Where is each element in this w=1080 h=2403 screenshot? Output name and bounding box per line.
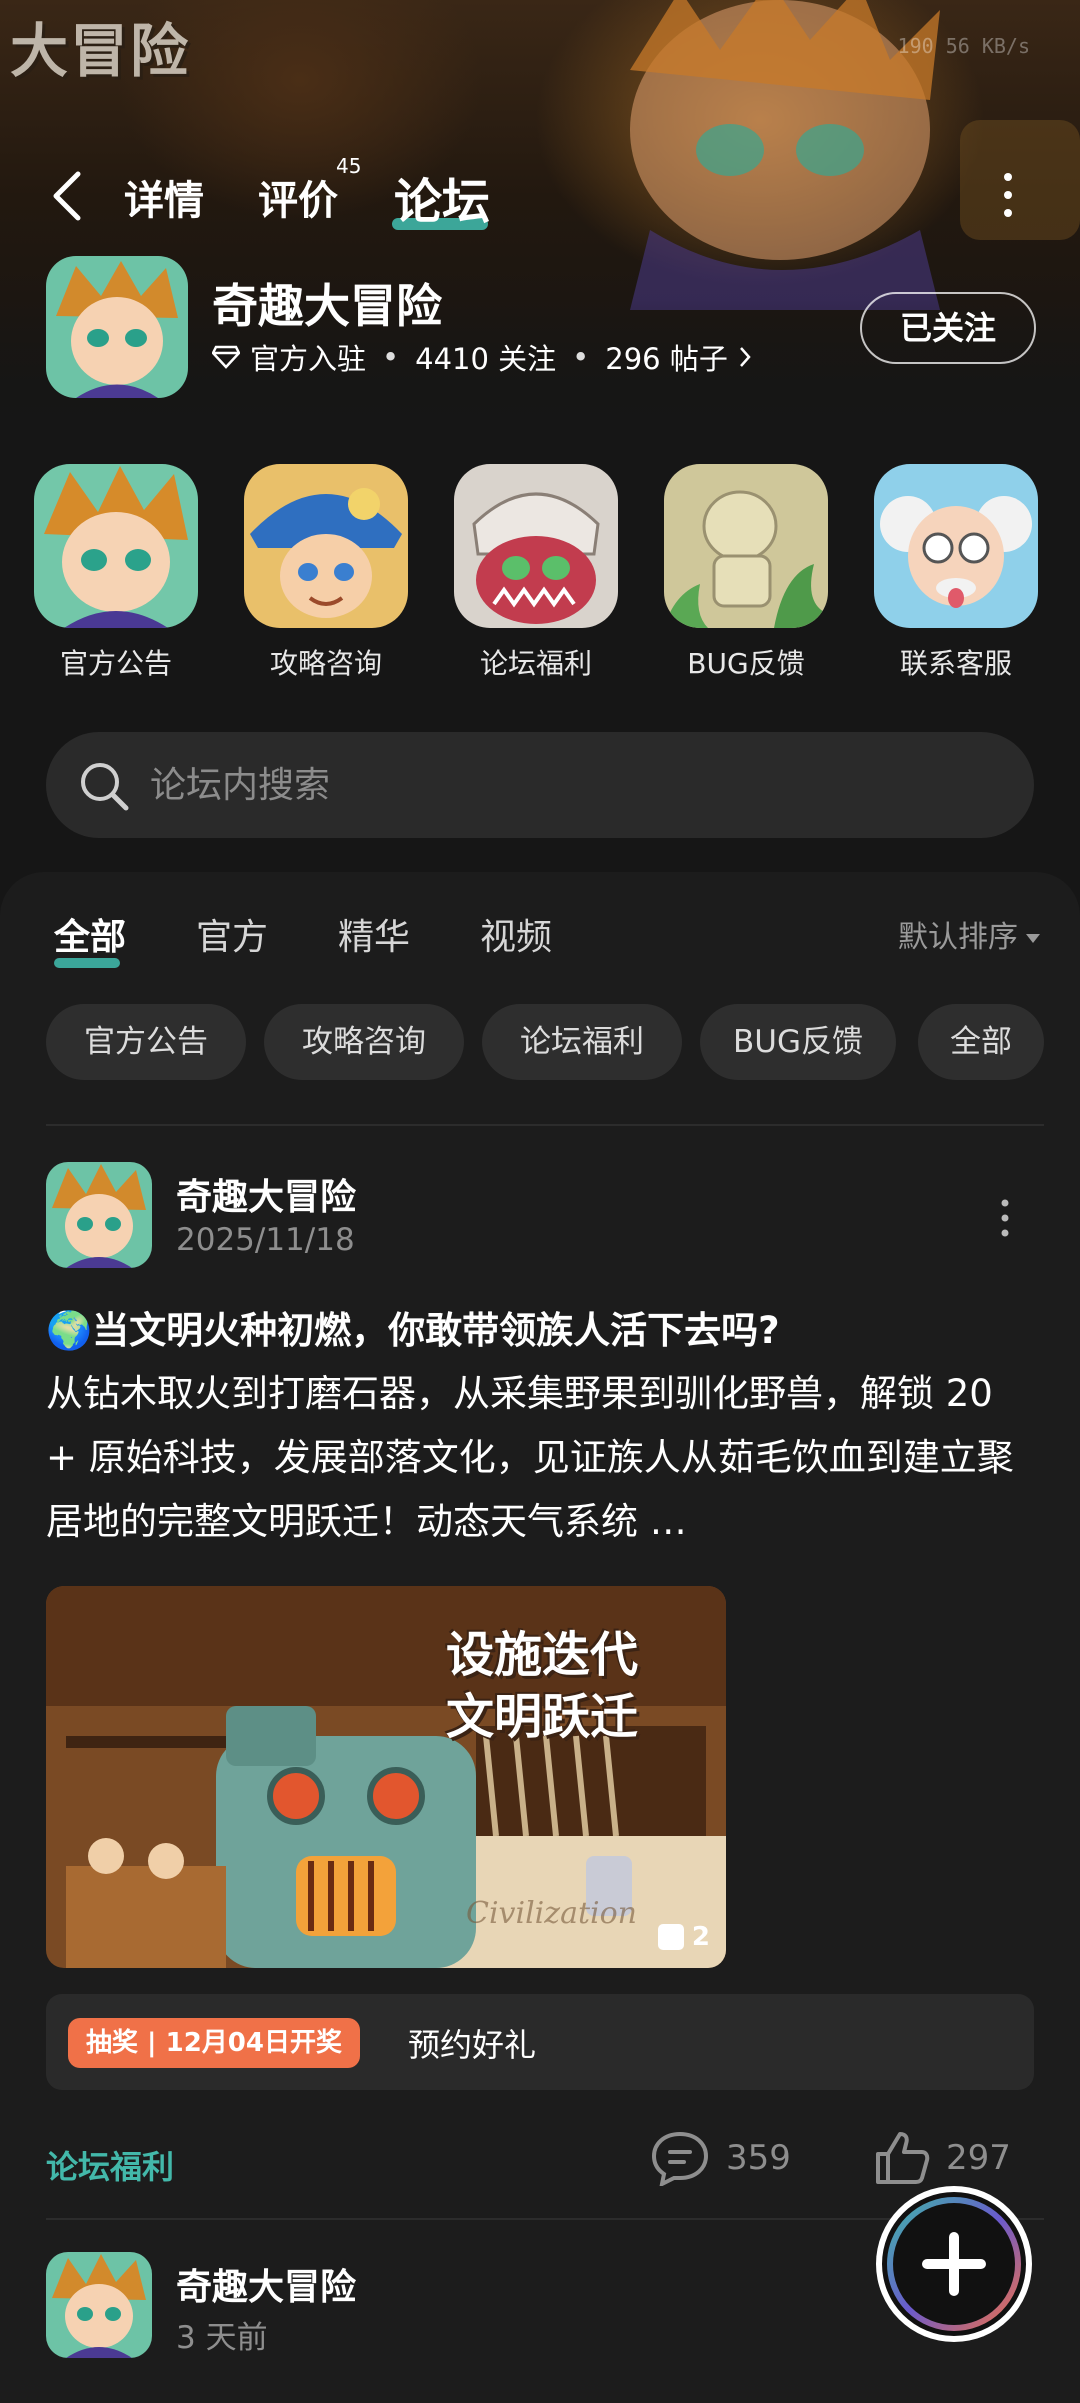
quick-link-label: 攻略咨询 xyxy=(269,647,382,680)
quick-link-label: 官方公告 xyxy=(59,647,172,680)
chip-all[interactable]: 全部 xyxy=(918,1004,1044,1080)
status-bar-indicators: 190 56 KB/s xyxy=(897,34,1030,58)
feed-tab-featured[interactable]: 精华 xyxy=(338,908,410,960)
caret-down-icon xyxy=(1026,934,1040,943)
separator-dot: • xyxy=(572,340,590,374)
likes-count: 297 xyxy=(946,2138,1011,2178)
forum-search-bar[interactable] xyxy=(46,732,1034,838)
follow-button[interactable]: 已关注 xyxy=(860,292,1036,364)
post-date: 2025/11/18 xyxy=(176,1222,355,1258)
comments-button[interactable]: 359 xyxy=(650,2130,791,2186)
search-input[interactable] xyxy=(150,732,1000,838)
hero-boy-icon xyxy=(46,256,188,398)
quick-link-guides[interactable]: 攻略咨询 xyxy=(226,464,426,682)
post-author[interactable]: 奇趣大冒险 xyxy=(176,1168,356,1220)
author-avatar[interactable] xyxy=(46,1162,152,1268)
posts-count[interactable]: 296 帖子 xyxy=(605,336,728,378)
comment-icon xyxy=(651,2131,709,2186)
top-nav: 详情 评价 45 论坛 xyxy=(0,150,1080,240)
chip-bug-report[interactable]: BUG反馈 xyxy=(700,1004,896,1080)
feed-tab-indicator xyxy=(54,958,120,968)
feed-tab-official[interactable]: 官方 xyxy=(196,908,268,960)
thumbs-up-icon xyxy=(876,2132,930,2184)
tab-details[interactable]: 详情 xyxy=(124,168,204,226)
back-arrow-icon[interactable] xyxy=(48,168,88,224)
chip-guides[interactable]: 攻略咨询 xyxy=(264,1004,464,1080)
more-options-icon[interactable] xyxy=(996,170,1020,220)
chip-benefits[interactable]: 论坛福利 xyxy=(482,1004,682,1080)
chip-announcements[interactable]: 官方公告 xyxy=(46,1004,246,1080)
feed-tab-label: 全部 xyxy=(54,917,127,958)
separator-dot: • xyxy=(382,340,400,374)
quick-link-announcements[interactable]: 官方公告 xyxy=(16,464,216,682)
game-title: 奇趣大冒险 xyxy=(212,279,442,333)
feed-tab-videos[interactable]: 视频 xyxy=(480,908,552,960)
post-image[interactable]: 设施迭代 文明跃迁 Civilization 2 xyxy=(46,1586,726,1968)
post-category[interactable]: 论坛福利 xyxy=(46,2142,174,2188)
post-body[interactable]: 从钻木取火到打磨石器，从采集野果到驯化野兽，解锁 20 + 原始科技，发展部落文… xyxy=(46,1362,1022,1554)
like-button[interactable]: 297 xyxy=(874,2130,1011,2186)
lottery-banner[interactable]: 抽奖 | 12月04日开奖 预约好礼 xyxy=(46,1994,1034,2090)
quick-link-bug-report[interactable]: BUG反馈 xyxy=(646,464,846,682)
image-caption-line: 设施迭代 xyxy=(446,1627,639,1683)
game-header: 奇趣大冒险 官方入驻 • 4410 关注 • 296 帖子 已关注 xyxy=(46,256,1046,398)
feed-tab-all[interactable]: 全部 xyxy=(54,908,127,968)
lottery-badge: 抽奖 | 12月04日开奖 xyxy=(68,2018,360,2068)
lottery-text: 预约好礼 xyxy=(408,2026,537,2064)
quick-link-label: 联系客服 xyxy=(899,647,1012,680)
post-date: 3 天前 xyxy=(176,2320,268,2356)
game-avatar[interactable] xyxy=(46,256,188,398)
divider xyxy=(46,1124,1044,1126)
gallery-icon xyxy=(657,1924,684,1950)
comments-count: 359 xyxy=(726,2138,791,2178)
hero-boy-icon xyxy=(46,1162,152,1268)
quick-link-support[interactable]: 联系客服 xyxy=(856,464,1056,682)
post-author[interactable]: 奇趣大冒险 xyxy=(176,2258,356,2310)
hero-boy-icon xyxy=(34,464,198,628)
image-watermark: Civilization xyxy=(466,1896,638,1931)
captain-icon xyxy=(244,464,408,628)
plus-icon xyxy=(949,2232,959,2296)
new-post-button[interactable] xyxy=(876,2186,1032,2342)
statue-icon xyxy=(664,464,828,628)
quick-link-benefits[interactable]: 论坛福利 xyxy=(436,464,636,682)
search-icon xyxy=(81,763,129,811)
reviews-count-badge: 45 xyxy=(336,154,362,178)
dinosaur-icon xyxy=(454,464,618,628)
sort-label: 默认排序 xyxy=(898,920,1018,955)
official-label: 官方入驻 xyxy=(250,342,367,376)
hero-boy-icon xyxy=(46,2252,152,2358)
quick-link-label: 论坛福利 xyxy=(479,647,592,680)
quick-link-label: BUG反馈 xyxy=(687,647,805,680)
sort-dropdown[interactable]: 默认排序 xyxy=(898,912,1040,956)
quick-links-row: 官方公告 攻略咨询 论坛福利 BUG反馈 联系客服 xyxy=(0,464,1080,694)
tab-forum[interactable]: 论坛 xyxy=(394,162,490,232)
followers-count[interactable]: 4410 关注 xyxy=(415,336,556,378)
image-caption-line: 文明跃迁 xyxy=(446,1689,639,1745)
verified-diamond-icon xyxy=(212,345,240,369)
tab-reviews[interactable]: 评价 xyxy=(258,168,338,226)
image-caption: 设施迭代 文明跃迁 xyxy=(446,1624,638,1748)
image-count: 2 xyxy=(691,1922,710,1952)
forum-feed: 全部 官方 精华 视频 默认排序 官方公告 攻略咨询 论坛福利 BUG反馈 全部… xyxy=(0,872,1080,2403)
game-meta-row: 官方入驻 • 4410 关注 • 296 帖子 xyxy=(212,336,752,378)
chevron-right-icon xyxy=(739,347,751,367)
author-avatar[interactable] xyxy=(46,2252,152,2358)
post-title[interactable]: 🌍当文明火种初燃，你敢带领族人活下去吗? xyxy=(46,1300,780,1354)
forum-post[interactable]: 奇趣大冒险 2025/11/18 🌍当文明火种初燃，你敢带领族人活下去吗? 从钻… xyxy=(46,1162,1036,2202)
game-logo-watermark: 大冒险 xyxy=(10,17,191,85)
scientist-icon xyxy=(874,464,1038,628)
post-more-icon[interactable] xyxy=(998,1198,1012,1238)
image-count-badge: 2 xyxy=(657,1922,710,1952)
